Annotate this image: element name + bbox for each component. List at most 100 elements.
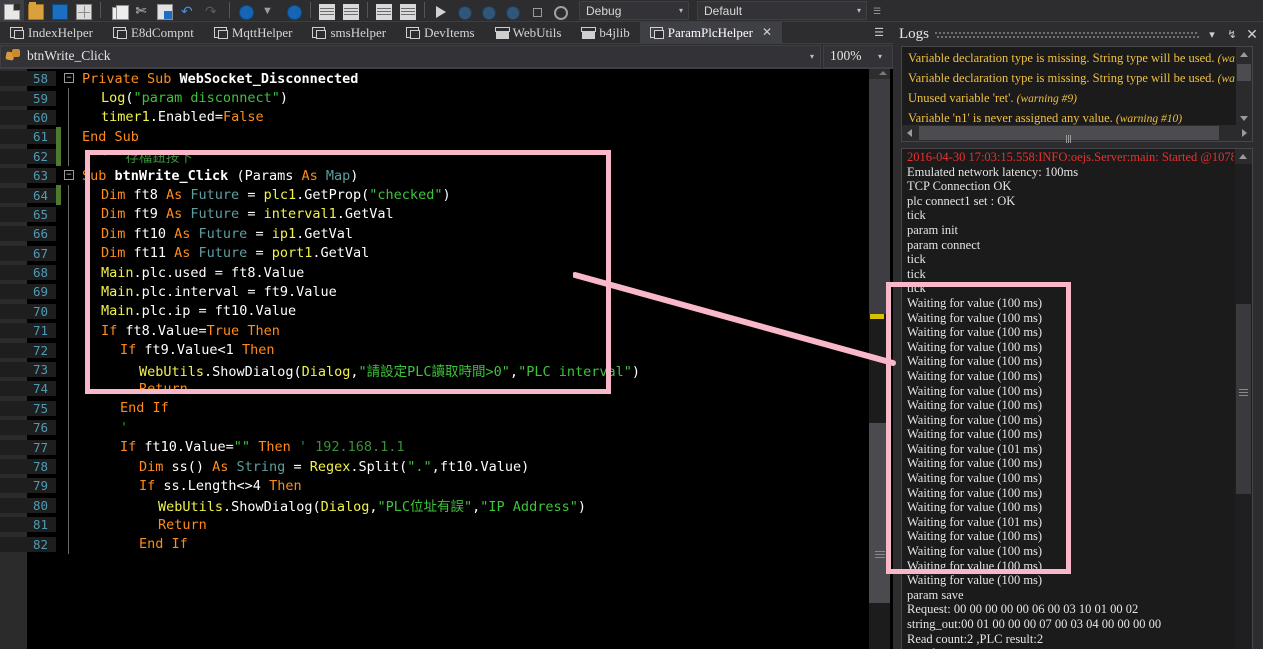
- open-file-button[interactable]: [24, 0, 48, 21]
- stop-button[interactable]: [525, 0, 549, 21]
- new-file-button[interactable]: [0, 0, 24, 21]
- log-row[interactable]: plc connect1 set : OK: [903, 194, 1234, 209]
- log-row[interactable]: Waiting for value (100 ms): [903, 369, 1234, 384]
- log-row[interactable]: Waiting for value (100 ms): [903, 486, 1234, 501]
- log-row[interactable]: Waiting for value (100 ms): [903, 500, 1234, 515]
- editor-warning-marker[interactable]: [870, 314, 884, 319]
- log-row[interactable]: 2016-04-30 17:03:15.558:INFO:oejs.Server…: [903, 150, 1234, 165]
- tab-overflow-menu-icon[interactable]: ☰: [865, 22, 893, 43]
- log-row[interactable]: param init: [903, 223, 1234, 238]
- comment-button[interactable]: [372, 0, 396, 21]
- warnings-list-box[interactable]: Variable declaration type is missing. St…: [901, 46, 1253, 142]
- warnings-horizontal-scrollbar[interactable]: [902, 125, 1252, 141]
- log-row[interactable]: Waiting for value (100 ms): [903, 413, 1234, 428]
- code-editor[interactable]: 58−Private Sub WebSocket_Disconnected59L…: [0, 69, 893, 649]
- log-row[interactable]: Waiting for value (100 ms): [903, 398, 1234, 413]
- run-button[interactable]: [429, 0, 453, 21]
- code-line[interactable]: 58−Private Sub WebSocket_Disconnected: [0, 69, 866, 88]
- save-button[interactable]: [48, 0, 72, 21]
- log-row[interactable]: Waiting for value (100 ms): [903, 354, 1234, 369]
- uncomment-button[interactable]: [396, 0, 420, 21]
- log-row[interactable]: tick: [903, 252, 1234, 267]
- fold-toggle-icon[interactable]: −: [64, 73, 74, 83]
- tab-indexhelper[interactable]: IndexHelper: [0, 22, 103, 43]
- tab-devitems[interactable]: DevItems: [396, 22, 485, 43]
- fold-toggle-icon[interactable]: −: [64, 170, 74, 180]
- log-row[interactable]: Waiting for value (100 ms): [903, 311, 1234, 326]
- target-button[interactable]: [549, 0, 573, 21]
- build-configuration-combo[interactable]: Debug ▾: [579, 1, 689, 20]
- code-line[interactable]: 71If ft8.Value=True Then: [0, 321, 866, 340]
- code-line[interactable]: 79If ss.Length<>4 Then: [0, 476, 866, 495]
- log-row[interactable]: Emulated network latency: 100ms: [903, 165, 1234, 180]
- code-line[interactable]: 72If ft9.Value<1 Then: [0, 340, 866, 359]
- code-line[interactable]: 62' 存檔鈕按下: [0, 147, 866, 166]
- code-line[interactable]: 68Main.plc.used = ft8.Value: [0, 263, 866, 282]
- log-row[interactable]: Waiting for value (100 ms): [903, 471, 1234, 486]
- log-row[interactable]: tick: [903, 281, 1234, 296]
- zoom-combo[interactable]: 100% ▾: [823, 45, 893, 68]
- log-output-box[interactable]: 2016-04-30 17:03:15.558:INFO:oejs.Server…: [901, 148, 1253, 649]
- code-line[interactable]: 75End If: [0, 399, 866, 418]
- log-scroll-up-button[interactable]: [1235, 149, 1252, 164]
- warnings-scroll-right-button[interactable]: [1236, 125, 1252, 141]
- log-row[interactable]: Waiting for value (100 ms): [903, 559, 1234, 574]
- tab-paramplchelper[interactable]: ParamPlcHelper✕: [640, 22, 782, 43]
- log-row[interactable]: param save: [903, 588, 1234, 603]
- code-line[interactable]: 73WebUtils.ShowDialog(Dialog,"請設定PLC讀取時間…: [0, 360, 866, 379]
- navigate-history-button[interactable]: ▼: [258, 0, 282, 21]
- refresh-button[interactable]: [453, 0, 477, 21]
- log-row[interactable]: Waiting for value (100 ms): [903, 544, 1234, 559]
- warning-row[interactable]: Variable declaration type is missing. St…: [903, 68, 1235, 88]
- log-row[interactable]: Waiting for value (100 ms): [903, 573, 1234, 588]
- code-line[interactable]: 69Main.plc.interval = ft9.Value: [0, 282, 866, 301]
- log-scrollbar-thumb[interactable]: [1236, 304, 1251, 494]
- tab-close-icon[interactable]: ✕: [762, 25, 772, 40]
- editor-scroll-up-button[interactable]: [869, 69, 890, 79]
- warning-row[interactable]: Variable declaration type is missing. St…: [903, 48, 1235, 68]
- code-line[interactable]: 61End Sub: [0, 127, 866, 146]
- code-line[interactable]: 82End If: [0, 534, 866, 553]
- code-line[interactable]: 76': [0, 418, 866, 437]
- log-row[interactable]: TCP Connection OK: [903, 179, 1234, 194]
- code-line[interactable]: 78Dim ss() As String = Regex.Split(".",f…: [0, 457, 866, 476]
- tab-mqtthelper[interactable]: MqttHelper: [204, 22, 303, 43]
- editor-vertical-scrollbar[interactable]: [866, 69, 893, 649]
- log-row[interactable]: Waiting for value (100 ms): [903, 384, 1234, 399]
- target-configuration-combo[interactable]: Default ▾: [697, 1, 867, 20]
- log-row[interactable]: string_out:00 01 00 00 00 07 00 03 04 00…: [903, 617, 1234, 632]
- log-row[interactable]: Waiting for value (100 ms): [903, 456, 1234, 471]
- code-line[interactable]: 64Dim ft8 As Future = plc1.GetProp("chec…: [0, 185, 866, 204]
- code-line[interactable]: 81Return: [0, 515, 866, 534]
- code-line[interactable]: 66Dim ft10 As Future = ip1.GetVal: [0, 224, 866, 243]
- tab-e8dcompnt[interactable]: E8dCompnt: [103, 22, 204, 43]
- log-row[interactable]: tick: [903, 208, 1234, 223]
- code-line[interactable]: 65Dim ft9 As Future = interval1.GetVal: [0, 205, 866, 224]
- log-row[interactable]: Waiting for value (100 ms): [903, 427, 1234, 442]
- code-line[interactable]: 77If ft10.Value="" Then ' 192.168.1.1: [0, 437, 866, 456]
- tab-b4jlib[interactable]: b4jlib: [571, 22, 639, 43]
- code-lines-container[interactable]: 58−Private Sub WebSocket_Disconnected59L…: [0, 69, 866, 649]
- copy-button[interactable]: [105, 0, 129, 21]
- code-line[interactable]: 70Main.plc.ip = ft10.Value: [0, 302, 866, 321]
- tab-smshelper[interactable]: smsHelper: [302, 22, 396, 43]
- panel-menu-button[interactable]: ▾: [1205, 28, 1219, 41]
- log-vertical-scrollbar[interactable]: [1235, 149, 1252, 649]
- save-all-button[interactable]: [72, 0, 96, 21]
- refresh-alt-button[interactable]: [477, 0, 501, 21]
- warnings-list[interactable]: Variable declaration type is missing. St…: [903, 48, 1235, 126]
- panel-pin-button[interactable]: ↯: [1225, 28, 1239, 41]
- log-row[interactable]: Waiting for value (100 ms): [903, 296, 1234, 311]
- log-row[interactable]: param connect: [903, 238, 1234, 253]
- warnings-vertical-scrollbar[interactable]: [1236, 47, 1252, 126]
- panel-drag-handle[interactable]: [935, 30, 1199, 39]
- warning-row[interactable]: Unused variable 'ret'. (warning #9): [903, 88, 1235, 108]
- code-line[interactable]: 74Return: [0, 379, 866, 398]
- warnings-scrollbar-thumb[interactable]: [1237, 64, 1251, 81]
- toolbar-overflow-handle[interactable]: ☰: [873, 6, 881, 17]
- indent-button[interactable]: [315, 0, 339, 21]
- log-row[interactable]: Waiting for value (100 ms): [903, 325, 1234, 340]
- code-line[interactable]: 80WebUtils.ShowDialog(Dialog,"PLC位址有誤","…: [0, 496, 866, 515]
- refresh-alt2-button[interactable]: [501, 0, 525, 21]
- outdent-button[interactable]: [339, 0, 363, 21]
